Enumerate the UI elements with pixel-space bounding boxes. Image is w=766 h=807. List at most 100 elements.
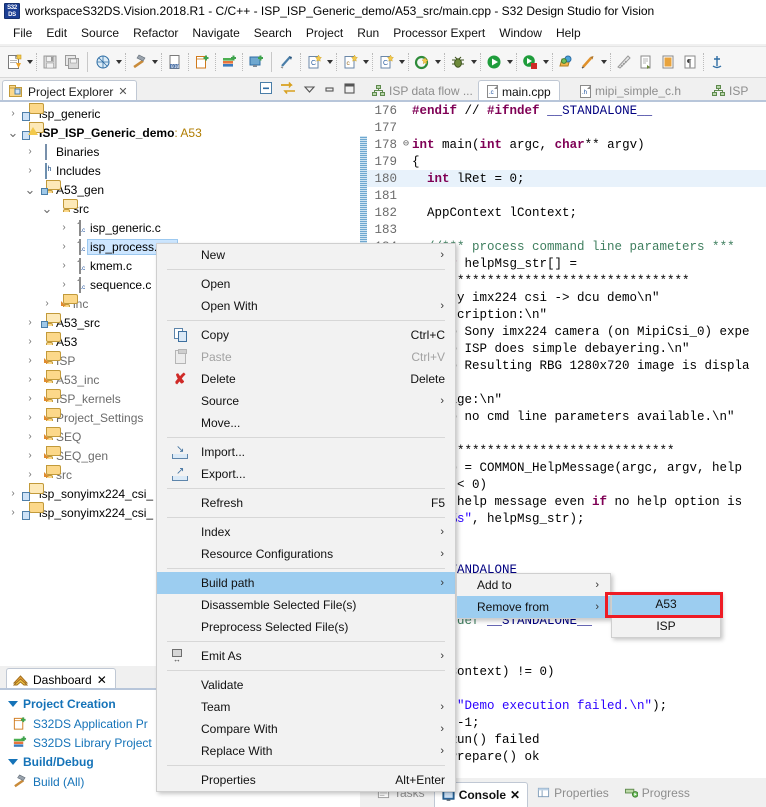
ruler-icon[interactable] (613, 51, 635, 73)
new-library-project-icon[interactable] (218, 51, 240, 73)
tab-progress[interactable]: Progress (618, 782, 697, 804)
chevron-down-icon[interactable]: ⌄ (6, 126, 20, 139)
context-menu-item-preprocess-selected-file-s[interactable]: Preprocess Selected File(s) (157, 616, 455, 638)
chevron-right-icon[interactable]: › (23, 412, 37, 423)
context-menu-item-build-path[interactable]: Build path › (157, 572, 455, 594)
chevron-right-icon[interactable]: › (23, 374, 37, 385)
chevron-right-icon[interactable]: › (57, 260, 71, 271)
chevron-down-icon[interactable]: ⌄ (40, 202, 54, 215)
tree-item-includes[interactable]: › h Includes (0, 161, 360, 180)
context-menu-item-refresh[interactable]: Refresh F5 (157, 492, 455, 514)
menu-project[interactable]: Project (299, 24, 350, 42)
context-menu-item-team[interactable]: Team › (157, 696, 455, 718)
run-dropdown-arrow[interactable] (505, 51, 514, 73)
context-menu-item-properties[interactable]: Properties Alt+Enter (157, 769, 455, 791)
context-menu-item-copy[interactable]: Copy Ctrl+C (157, 324, 455, 346)
new-cpp-class-dropdown-arrow[interactable] (361, 51, 370, 73)
print-preview-icon[interactable] (92, 51, 114, 73)
tree-item-src[interactable]: ⌄ src (0, 198, 360, 218)
collapse-all-icon[interactable] (259, 81, 273, 95)
tab-main-cpp[interactable]: .c main.cpp (478, 80, 560, 102)
export-doc-icon[interactable] (635, 51, 657, 73)
chevron-right-icon[interactable]: › (23, 317, 37, 328)
debug-bug-icon[interactable] (447, 51, 469, 73)
chevron-right-icon[interactable]: › (23, 165, 37, 176)
new-file-dropdown-arrow[interactable] (25, 51, 34, 73)
new-application-project-icon[interactable] (191, 51, 213, 73)
context-menu-item-emit-as[interactable]: ↔ Emit As › (157, 645, 455, 667)
new-file-icon[interactable] (3, 51, 25, 73)
context-menu-item-source[interactable]: Source › (157, 390, 455, 412)
new-c-project-icon[interactable]: C (303, 51, 325, 73)
menu-navigate[interactable]: Navigate (185, 24, 246, 42)
print-dropdown-arrow[interactable] (114, 51, 123, 73)
context-menu-item-delete[interactable]: ✘ Delete Delete (157, 368, 455, 390)
chevron-right-icon[interactable]: › (23, 393, 37, 404)
remove-from-submenu[interactable]: A53 ISP (611, 592, 721, 638)
menu-edit[interactable]: Edit (39, 24, 74, 42)
debug-dropdown-arrow[interactable] (469, 51, 478, 73)
anchor-icon[interactable] (706, 51, 728, 73)
tree-item-binaries[interactable]: › Binaries (0, 142, 360, 161)
chevron-right-icon[interactable]: › (23, 469, 37, 480)
menu-source[interactable]: Source (74, 24, 126, 42)
new-c-project-dropdown-arrow[interactable] (325, 51, 334, 73)
context-menu-item-compare-with[interactable]: Compare With › (157, 718, 455, 740)
chevron-right-icon[interactable]: › (23, 431, 37, 442)
submenu-item-a53[interactable]: A53 (612, 593, 720, 615)
chevron-right-icon[interactable]: › (23, 355, 37, 366)
new-c-file-icon[interactable]: C (375, 51, 397, 73)
save-all-icon[interactable] (61, 51, 83, 73)
index-icon[interactable] (657, 51, 679, 73)
menu-refactor[interactable]: Refactor (126, 24, 185, 42)
tab-isp[interactable]: ISP (704, 80, 756, 102)
binary-010-icon[interactable]: 010 (164, 51, 186, 73)
build-dropdown-arrow[interactable] (150, 51, 159, 73)
chevron-right-icon[interactable]: › (6, 488, 20, 499)
context-menu-item-open-with[interactable]: Open With › (157, 295, 455, 317)
file-context-menu[interactable]: New › Open Open With › Copy Ctrl+C Paste Ctrl+V ✘… (156, 243, 456, 792)
menu-help[interactable]: Help (549, 24, 588, 42)
submenu-item-remove-from[interactable]: Remove from › (457, 596, 610, 618)
pencil-edit-icon[interactable] (577, 51, 599, 73)
format-icon[interactable]: ¶ (679, 51, 701, 73)
toggle-marker-icon[interactable] (276, 51, 298, 73)
chevron-right-icon[interactable]: › (57, 241, 71, 252)
chevron-down-icon[interactable]: ⌄ (23, 183, 37, 196)
build-path-submenu[interactable]: Add to › Remove from › (456, 573, 611, 619)
new-cpp-class-icon[interactable]: c (339, 51, 361, 73)
tab-properties[interactable]: Properties (530, 782, 616, 804)
context-menu-item-resource-configurations[interactable]: Resource Configurations › (157, 543, 455, 565)
tab-dashboard[interactable]: Dashboard ✕ (6, 668, 116, 690)
new-elf-project-icon[interactable] (245, 51, 267, 73)
chevron-right-icon[interactable]: › (23, 336, 37, 347)
menu-bar[interactable]: File Edit Source Refactor Navigate Searc… (0, 22, 766, 44)
chevron-right-icon[interactable]: › (57, 279, 71, 290)
view-menu-icon[interactable] (303, 82, 316, 95)
pencil-dropdown-arrow[interactable] (599, 51, 608, 73)
stop-run-icon[interactable] (519, 51, 541, 73)
chevron-right-icon[interactable]: › (23, 146, 37, 157)
tree-item-isp-generic[interactable]: › isp_generic (0, 102, 360, 123)
context-menu-item-replace-with[interactable]: Replace With › (157, 740, 455, 762)
close-icon[interactable]: ✕ (118, 85, 127, 98)
tree-item-isp-generic-c[interactable]: › .c isp_generic.c (0, 218, 360, 237)
menu-file[interactable]: File (6, 24, 39, 42)
menu-run[interactable]: Run (350, 24, 386, 42)
chevron-right-icon[interactable]: › (23, 450, 37, 461)
run-green-icon[interactable] (483, 51, 505, 73)
context-menu-item-disassemble-selected-file-s[interactable]: Disassemble Selected File(s) (157, 594, 455, 616)
tab-project-explorer[interactable]: Project Explorer ✕ (2, 80, 137, 102)
tree-item-a53-gen[interactable]: ⌄ A53_gen (0, 179, 360, 199)
tab-mipi-simple-c-h[interactable]: .h mipi_simple_c.h (572, 80, 689, 102)
context-menu-item-validate[interactable]: Validate (157, 674, 455, 696)
context-menu-item-open[interactable]: Open (157, 273, 455, 295)
chevron-right-icon[interactable]: › (40, 298, 54, 309)
open-perspective-icon[interactable] (555, 51, 577, 73)
run-configurations-icon[interactable] (411, 51, 433, 73)
maximize-icon[interactable] (343, 82, 356, 95)
tree-item-isp-isp-generic-demo[interactable]: ⌄ ISP_ISP_Generic_demo: A53 (0, 121, 360, 142)
tab-isp-data-flow[interactable]: ISP data flow ... (364, 80, 481, 102)
chevron-right-icon[interactable]: › (6, 108, 20, 119)
save-icon[interactable] (39, 51, 61, 73)
